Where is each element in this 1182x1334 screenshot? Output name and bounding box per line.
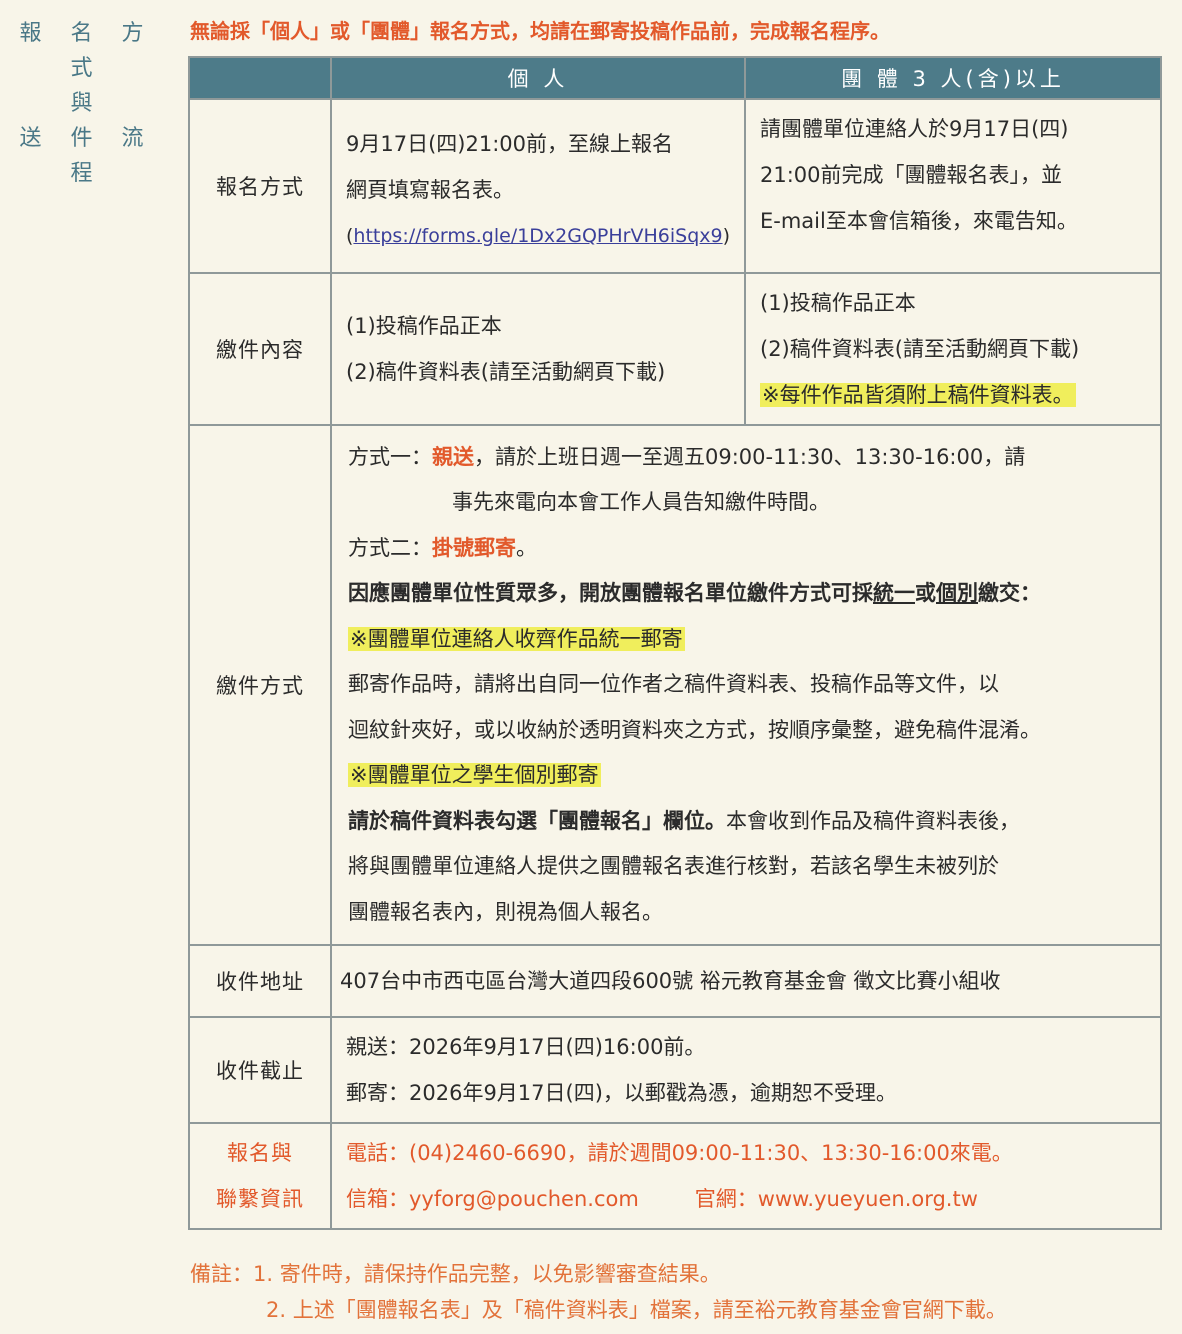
unified-mail-title: ※團體單位連絡人收齊作品統一郵寄 — [348, 626, 685, 651]
content-individual-item1: (1)投稿作品正本 — [346, 314, 502, 338]
cell-registration-individual: 9月17日(四)21:00前，至線上報名 網頁填寫報名表。 (https://f… — [330, 98, 746, 274]
content-group-item2: (2)稿件資料表(請至活動網頁下載) — [760, 337, 1080, 361]
cell-deadline: 親送：2026年9月17日(四)16:00前。 郵寄：2026年9月17日(四)… — [330, 1016, 1162, 1124]
notes: 備註：1. 寄件時，請保持作品完整，以免影響審查結果。 2. 上述「團體報名表」… — [190, 1256, 1170, 1328]
group-submission-intro: 因應團體單位性質眾多，開放團體報名單位繳件方式可採統一或個別繳交： — [348, 581, 1041, 606]
reg-group-line3: E-mail至本會信箱後，來電告知。 — [760, 209, 1078, 233]
reg-individual-line1: 9月17日(四)21:00前，至線上報名 — [346, 132, 673, 156]
cell-content-group: (1)投稿作品正本 (2)稿件資料表(請至活動網頁下載) ※每件作品皆須附上稿件… — [744, 272, 1162, 426]
label-contact-line1: 報名與 — [227, 1141, 293, 1165]
intro-notice: 無論採「個人」或「團體」報名方式，均請在郵寄投稿作品前，完成報名程序。 — [190, 19, 890, 43]
content-group-item1: (1)投稿作品正本 — [760, 291, 916, 315]
cell-submission-method: 方式一：親送，請於上班日週一至週五09:00-11:30、13:30-16:00… — [330, 424, 1162, 946]
method1-line1: 方式一：親送，請於上班日週一至週五09:00-11:30、13:30-16:00… — [348, 444, 1026, 469]
individual-line2: 將與團體單位連絡人提供之團體報名表進行核對，若該名學生未被列於 — [348, 854, 999, 879]
table-header-row: 個 人 團 體 3 人(含)以上 — [188, 56, 1162, 100]
contact-phone: 電話：(04)2460-6690，請於週間09:00-11:30、13:30-1… — [346, 1141, 1013, 1165]
label-registration: 報名方式 — [188, 98, 332, 274]
label-submission-method: 繳件方式 — [188, 424, 332, 946]
label-deadline: 收件截止 — [188, 1016, 332, 1124]
cell-address: 407台中市西屯區台灣大道四段600號 裕元教育基金會 徵文比賽小組收 — [330, 944, 1162, 1018]
note-1: 備註：1. 寄件時，請保持作品完整，以免影響審查結果。 — [190, 1262, 721, 1286]
method1-line2: 事先來電向本會工作人員告知繳件時間。 — [452, 490, 830, 515]
contact-email-web: 信箱：yyforg@pouchen.com 官網：www.yueyuen.org.… — [346, 1176, 1148, 1222]
method2-line: 方式二：掛號郵寄。 — [348, 535, 537, 560]
header-empty — [188, 56, 332, 100]
label-contact: 報名與 聯繫資訊 — [188, 1122, 332, 1230]
reg-individual-line2: 網頁填寫報名表。 — [346, 178, 514, 202]
unified-line2: 迴紋針夾好，或以收納於透明資料夾之方式，按順序彙整，避免稿件混淆。 — [348, 717, 1041, 742]
row-deadline: 收件截止 親送：2026年9月17日(四)16:00前。 郵寄：2026年9月1… — [188, 1016, 1162, 1124]
cell-content-individual: (1)投稿作品正本 (2)稿件資料表(請至活動網頁下載) — [330, 272, 746, 426]
unified-line1: 郵寄作品時，請將出自同一位作者之稿件資料表、投稿作品等文件，以 — [348, 672, 999, 697]
label-address: 收件地址 — [188, 944, 332, 1018]
individual-line3: 團體報名表內，則視為個人報名。 — [348, 899, 663, 924]
deadline-line1: 親送：2026年9月17日(四)16:00前。 — [346, 1035, 706, 1059]
contact-website[interactable]: 官網：www.yueyuen.org.tw — [695, 1187, 978, 1211]
row-submission-method: 繳件方式 方式一：親送，請於上班日週一至週五09:00-11:30、13:30-… — [188, 424, 1162, 946]
cell-contact: 電話：(04)2460-6690，請於週間09:00-11:30、13:30-1… — [330, 1122, 1162, 1230]
label-submission-content: 繳件內容 — [188, 272, 332, 426]
contact-email[interactable]: 信箱：yyforg@pouchen.com — [346, 1187, 639, 1211]
header-group: 團 體 3 人(含)以上 — [744, 56, 1162, 100]
row-submission-content: 繳件內容 (1)投稿作品正本 (2)稿件資料表(請至活動網頁下載) (1)投稿作… — [188, 272, 1162, 426]
section-title-line3: 送 件 流 程 — [19, 126, 155, 186]
individual-line1: 請於稿件資料表勾選「團體報名」欄位。本會收到作品及稿件資料表後， — [348, 808, 1020, 833]
address-value: 407台中市西屯區台灣大道四段600號 裕元教育基金會 徵文比賽小組收 — [340, 969, 1001, 993]
section-title-line1: 報 名 方 式 — [19, 21, 155, 81]
cell-registration-group: 請團體單位連絡人於9月17日(四) 21:00前完成「團體報名表」，並 E-ma… — [744, 98, 1162, 274]
header-individual: 個 人 — [330, 56, 746, 100]
row-address: 收件地址 407台中市西屯區台灣大道四段600號 裕元教育基金會 徵文比賽小組收 — [188, 944, 1162, 1018]
note-2: 2. 上述「團體報名表」及「稿件資料表」檔案，請至裕元教育基金會官網下載。 — [266, 1298, 1007, 1322]
label-contact-line2: 聯繫資訊 — [216, 1187, 304, 1211]
method2-key: 掛號郵寄 — [432, 535, 516, 560]
deadline-line2: 郵寄：2026年9月17日(四)，以郵戳為憑，逾期恕不受理。 — [346, 1081, 897, 1105]
reg-group-line1: 請團體單位連絡人於9月17日(四) — [760, 117, 1069, 141]
reg-group-line2: 21:00前完成「團體報名表」，並 — [760, 163, 1063, 187]
section-title: 報 名 方 式 與 送 件 流 程 — [12, 16, 162, 191]
reg-individual-link-line: (https://forms.gle/1Dx2GQPHrVH6iSqx9) — [346, 225, 731, 247]
content-individual-item2: (2)稿件資料表(請至活動網頁下載) — [346, 360, 666, 384]
registration-table: 個 人 團 體 3 人(含)以上 報名方式 9月17日(四)21:00前，至線上… — [188, 56, 1162, 1230]
method1-key: 親送 — [432, 444, 474, 469]
content-group-note: ※每件作品皆須附上稿件資料表。 — [760, 383, 1076, 407]
registration-form-link[interactable]: https://forms.gle/1Dx2GQPHrVH6iSqx9 — [353, 225, 722, 247]
section-title-line2: 與 — [70, 91, 104, 116]
individual-mail-title: ※團體單位之學生個別郵寄 — [348, 763, 601, 788]
row-contact: 報名與 聯繫資訊 電話：(04)2460-6690，請於週間09:00-11:3… — [188, 1122, 1162, 1230]
row-registration: 報名方式 9月17日(四)21:00前，至線上報名 網頁填寫報名表。 (http… — [188, 98, 1162, 274]
